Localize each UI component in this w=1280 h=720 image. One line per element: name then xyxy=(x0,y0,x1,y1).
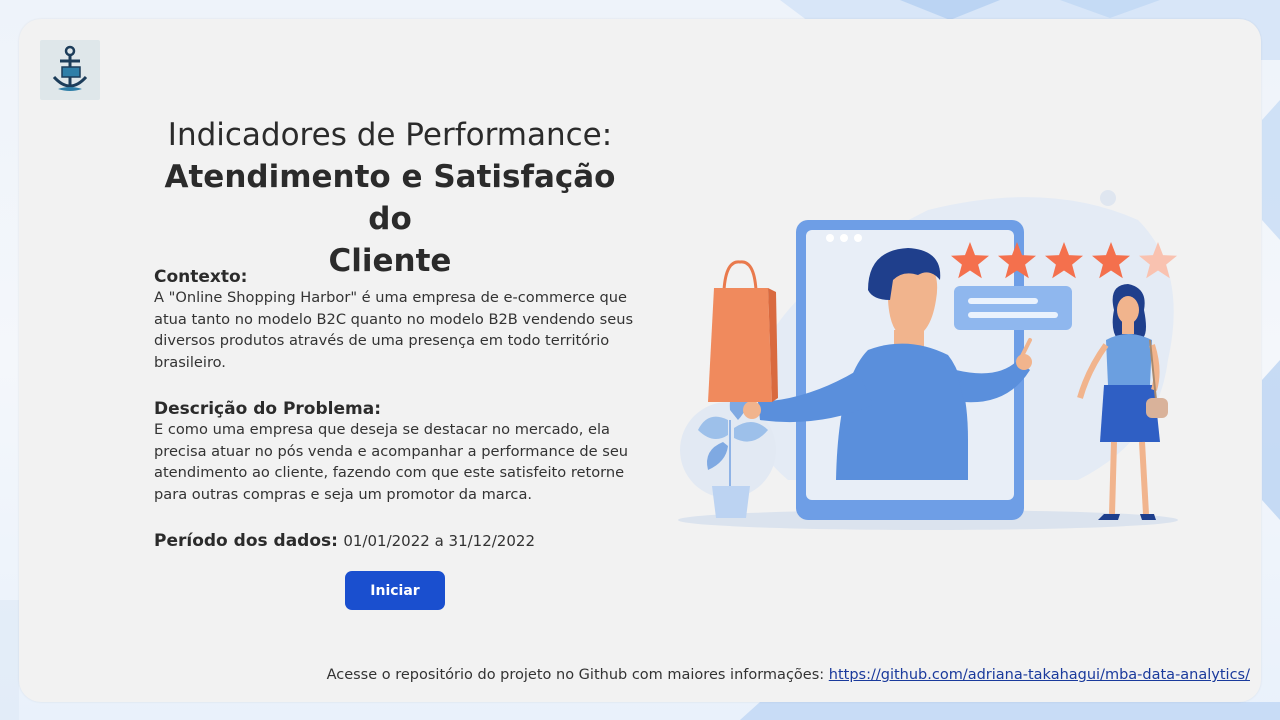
footer: Acesse o repositório do projeto no Githu… xyxy=(327,667,1250,683)
data-period: Período dos dados: 01/01/2022 a 31/12/20… xyxy=(154,531,535,551)
problem-section: Descrição do Problema: E como uma empres… xyxy=(154,399,634,506)
comment-bubble-icon xyxy=(954,286,1072,330)
footer-text: Acesse o repositório do projeto no Githu… xyxy=(326,667,829,683)
company-logo xyxy=(40,40,100,100)
period-label: Período dos dados: xyxy=(154,531,338,551)
title-line-1: Indicadores de Performance: xyxy=(167,117,613,153)
context-section: Contexto: A "Online Shopping Harbor" é u… xyxy=(154,267,634,374)
customer-satisfaction-illustration xyxy=(678,190,1178,530)
context-heading: Contexto: xyxy=(154,267,248,287)
anchor-cart-icon xyxy=(52,45,88,91)
github-link[interactable]: https://github.com/adriana-takahagui/mba… xyxy=(829,667,1250,683)
context-body: A "Online Shopping Harbor" é uma empresa… xyxy=(154,289,634,372)
page-title: Indicadores de Performance: Atendimento … xyxy=(150,114,630,282)
period-value: 01/01/2022 a 31/12/2022 xyxy=(343,532,535,550)
start-button[interactable]: Iniciar xyxy=(345,571,445,610)
problem-body: E como uma empresa que deseja se destaca… xyxy=(154,421,629,504)
shopping-bag-icon xyxy=(708,260,778,402)
title-line-2: Atendimento e Satisfação do xyxy=(164,159,616,237)
problem-heading: Descrição do Problema: xyxy=(154,399,381,419)
